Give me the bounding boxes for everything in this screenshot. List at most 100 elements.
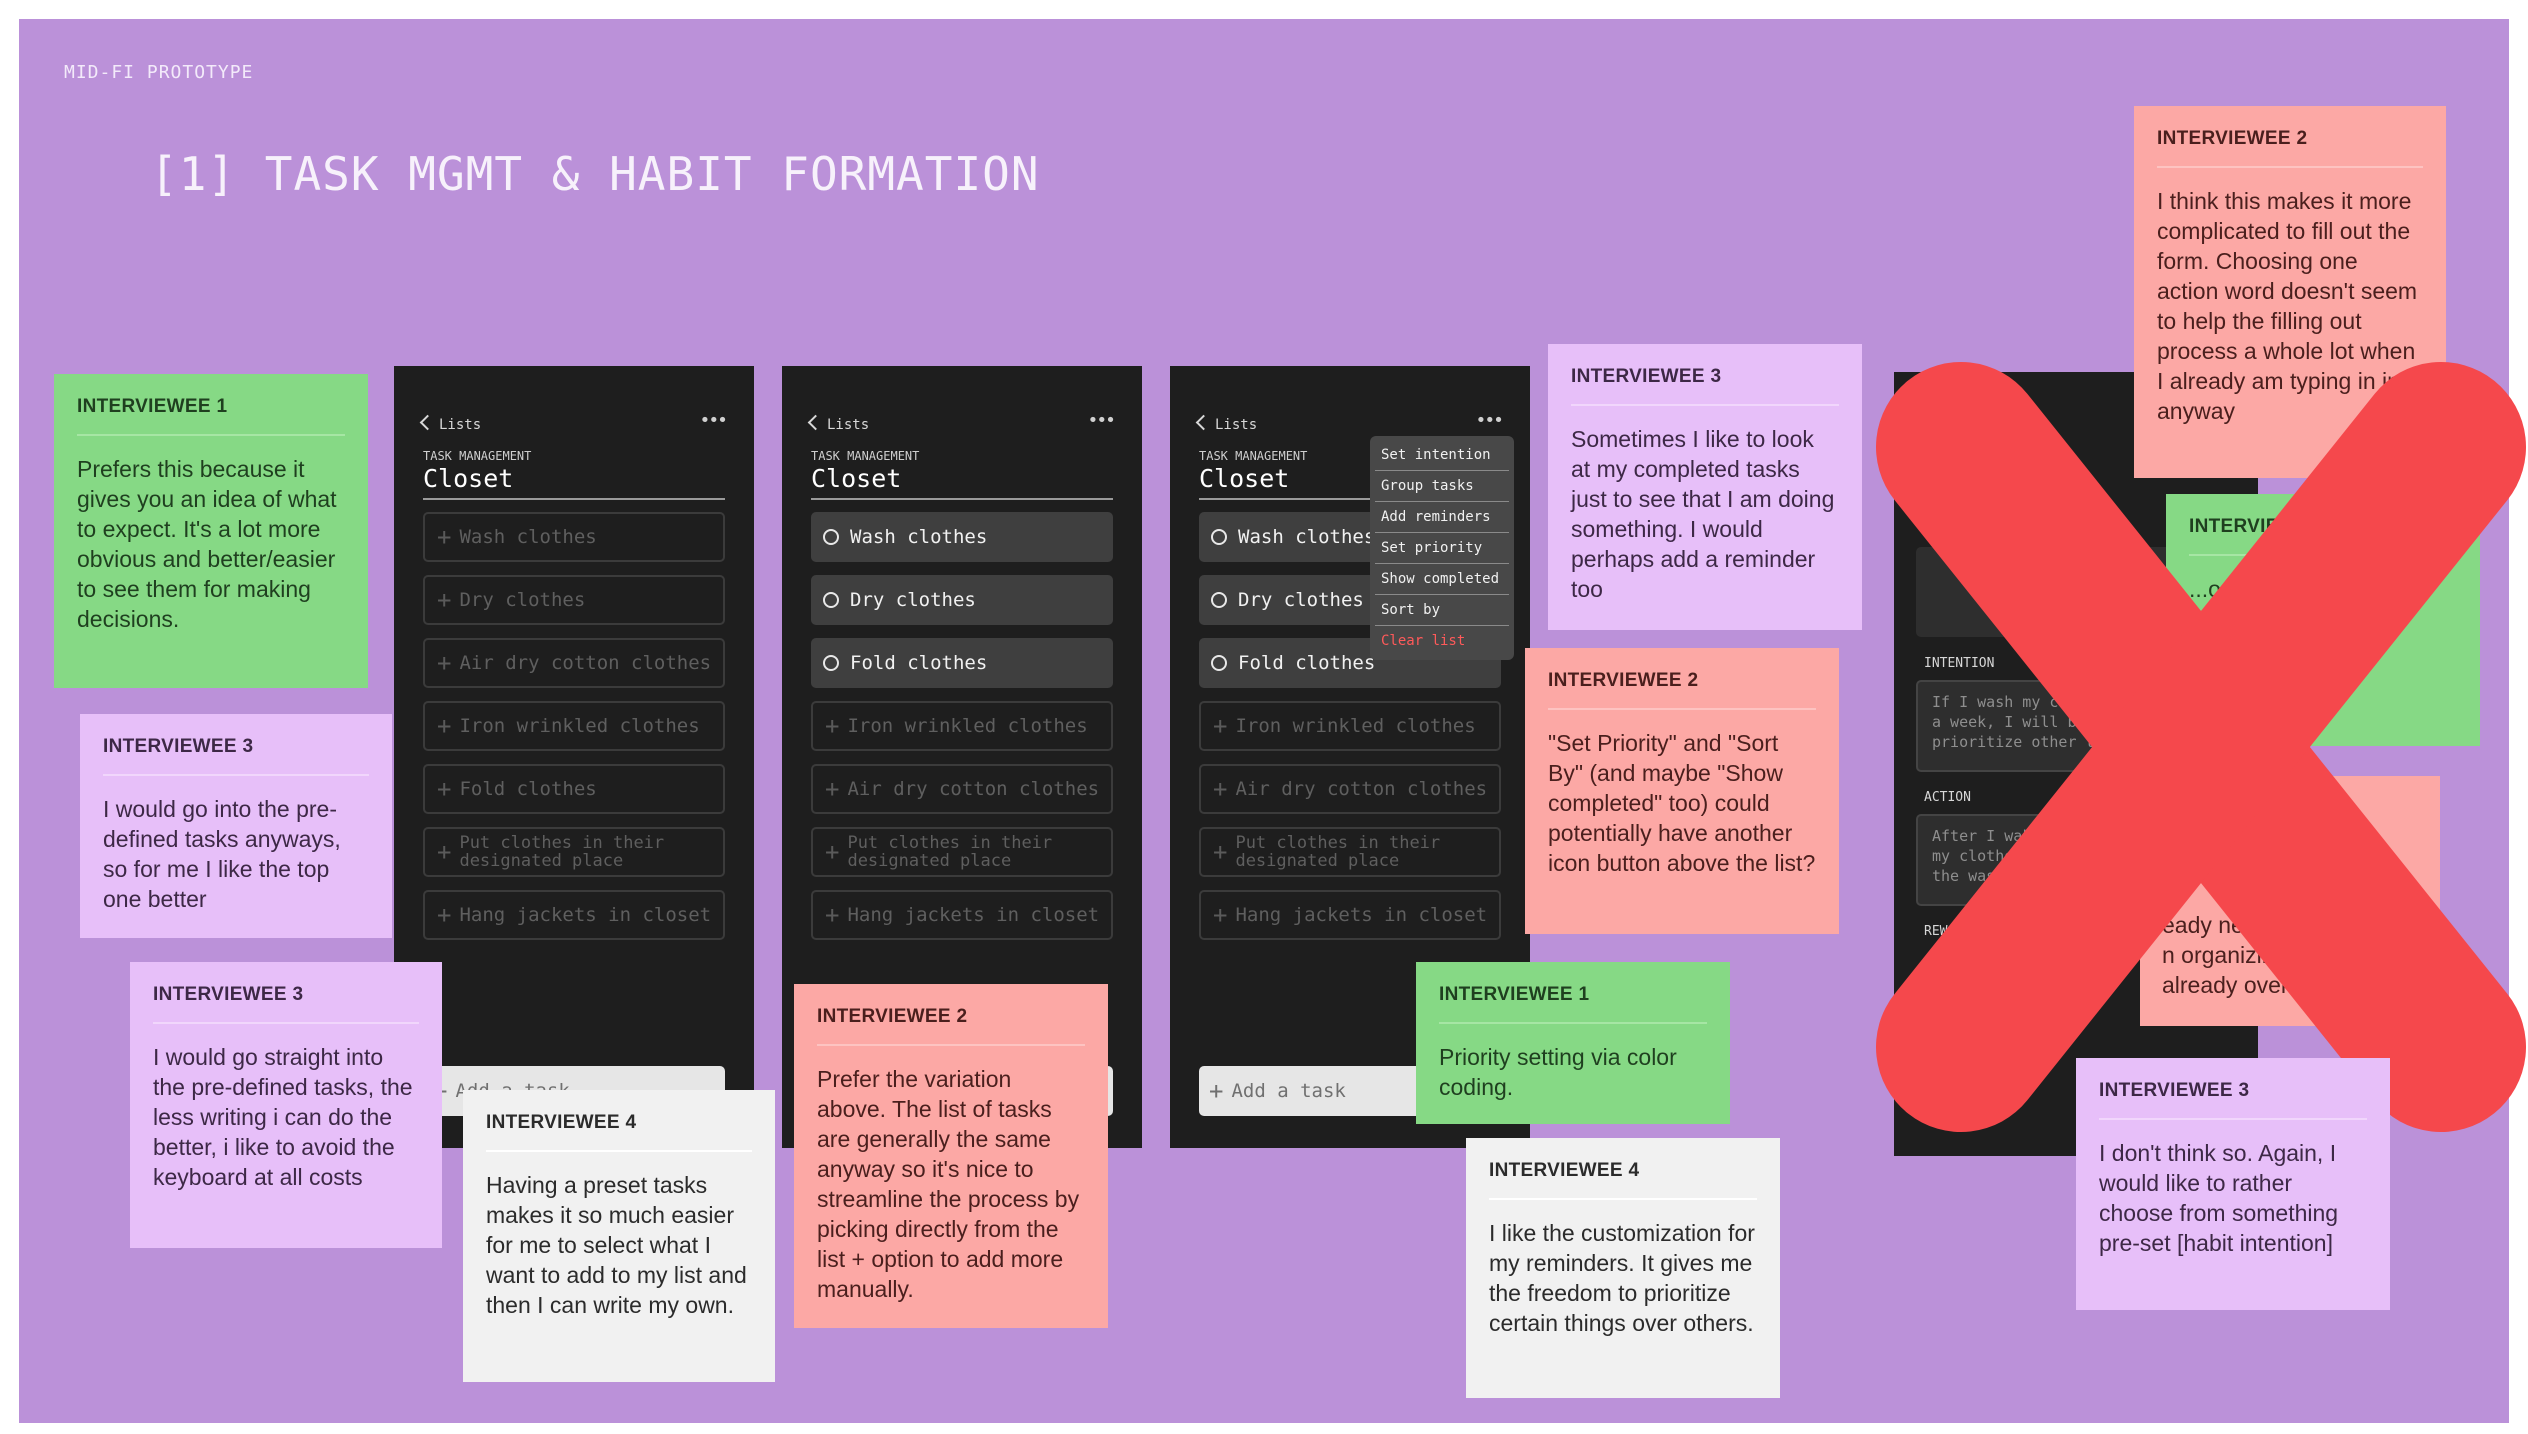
note-text: Priority setting via color coding. bbox=[1439, 1044, 1677, 1100]
suggested-task[interactable]: + Hang jackets in closet bbox=[811, 890, 1113, 940]
menu-item-sort-by[interactable]: Sort by bbox=[1375, 595, 1509, 626]
note-author: INTERVIEWEE 3 bbox=[153, 984, 304, 1005]
feedback-note: INTERVIEWEE 4 Having a preset tasks make… bbox=[463, 1090, 775, 1382]
note-text: I would go into the pre-defined tasks an… bbox=[103, 796, 341, 912]
suggested-task[interactable]: + Put clothes in their designated place bbox=[423, 827, 725, 877]
task-item[interactable]: Dry clothes bbox=[811, 575, 1113, 625]
feedback-note: INTERVIEWEE 1 Priority setting via color… bbox=[1416, 962, 1730, 1124]
checkbox-circle-icon[interactable] bbox=[823, 655, 839, 671]
feedback-note: INTERVIEWEE 2 "Set Priority" and "Sort B… bbox=[1525, 648, 1839, 934]
back-button[interactable]: Lists bbox=[1195, 414, 1257, 433]
list-title: Closet bbox=[811, 464, 902, 493]
checkbox-circle-icon[interactable] bbox=[823, 592, 839, 608]
plus-icon: + bbox=[1209, 1077, 1224, 1105]
suggested-task[interactable]: + Fold clothes bbox=[423, 764, 725, 814]
suggested-task[interactable]: + Air dry cotton clothes bbox=[423, 638, 725, 688]
menu-item-add-reminders[interactable]: Add reminders bbox=[1375, 502, 1509, 533]
feedback-note: INTERVIEWEE 4 I like the customization f… bbox=[1466, 1138, 1780, 1398]
note-author: INTERVIEWEE 3 bbox=[103, 736, 254, 757]
feedback-note: INTERVIEWEE 3 I would go into the pre-de… bbox=[80, 714, 392, 938]
note-author: INTERVIEWEE 2 bbox=[817, 1006, 968, 1027]
suggested-task[interactable]: + Iron wrinkled clothes bbox=[1199, 701, 1501, 751]
checkbox-circle-icon[interactable] bbox=[1211, 655, 1227, 671]
menu-item-set-priority[interactable]: Set priority bbox=[1375, 533, 1509, 564]
plus-icon: + bbox=[825, 901, 840, 929]
plus-icon: + bbox=[825, 838, 840, 866]
plus-icon: + bbox=[825, 712, 840, 740]
more-options-icon[interactable]: ••• bbox=[1087, 410, 1115, 431]
suggested-task[interactable]: + Air dry cotton clothes bbox=[811, 764, 1113, 814]
section-kicker: TASK MANAGEMENT bbox=[1199, 449, 1308, 463]
note-author: INTERVIEWEE 4 bbox=[1489, 1160, 1640, 1181]
note-text: Having a preset tasks makes it so much e… bbox=[486, 1172, 747, 1318]
note-author: INTERVIEWEE 2 bbox=[1548, 670, 1699, 691]
checkbox-circle-icon[interactable] bbox=[1211, 529, 1227, 545]
list-options-menu: Set intention Group tasks Add reminders … bbox=[1370, 436, 1514, 660]
note-author: INTERVIEWEE 2 bbox=[2157, 128, 2308, 149]
feedback-note: INTERVIEWEE 3 I would go straight into t… bbox=[130, 962, 442, 1248]
suggested-task[interactable]: + Put clothes in their designated place bbox=[1199, 827, 1501, 877]
suggested-task[interactable]: + Hang jackets in closet bbox=[423, 890, 725, 940]
divider bbox=[811, 498, 1113, 500]
plus-icon: + bbox=[1213, 775, 1228, 803]
note-text: "Set Priority" and "Sort By" (and maybe … bbox=[1548, 730, 1816, 876]
suggested-task[interactable]: + Wash clothes bbox=[423, 512, 725, 562]
suggested-task[interactable]: + Iron wrinkled clothes bbox=[423, 701, 725, 751]
chevron-left-icon bbox=[419, 414, 436, 431]
plus-icon: + bbox=[437, 649, 452, 677]
note-text: Sometimes I like to look at my completed… bbox=[1571, 426, 1835, 602]
note-text: I like the customization for my reminder… bbox=[1489, 1220, 1755, 1336]
note-author: INTERVIEWEE 3 bbox=[2099, 1080, 2250, 1101]
suggested-task[interactable]: + Iron wrinkled clothes bbox=[811, 701, 1113, 751]
section-kicker: TASK MANAGEMENT bbox=[811, 449, 920, 463]
plus-icon: + bbox=[437, 523, 452, 551]
suggested-task[interactable]: + Dry clothes bbox=[423, 575, 725, 625]
more-options-icon[interactable]: ••• bbox=[699, 410, 727, 431]
menu-item-show-completed[interactable]: Show completed bbox=[1375, 564, 1509, 595]
suggested-task[interactable]: + Put clothes in their designated place bbox=[811, 827, 1113, 877]
menu-item-clear-list[interactable]: Clear list bbox=[1375, 626, 1509, 656]
note-text: I don't think so. Again, I would like to… bbox=[2099, 1140, 2339, 1256]
note-text: Prefer the variation above. The list of … bbox=[817, 1066, 1080, 1302]
suggested-task[interactable]: + Air dry cotton clothes bbox=[1199, 764, 1501, 814]
chevron-left-icon bbox=[1195, 414, 1212, 431]
menu-item-set-intention[interactable]: Set intention bbox=[1375, 440, 1509, 471]
section-kicker: TASK MANAGEMENT bbox=[423, 449, 532, 463]
plus-icon: + bbox=[437, 838, 452, 866]
rejected-x-icon bbox=[1876, 362, 2526, 1132]
back-button[interactable]: Lists bbox=[807, 414, 869, 433]
note-text: I would go straight into the pre-defined… bbox=[153, 1044, 413, 1190]
board-kicker: MID-FI PROTOTYPE bbox=[64, 62, 254, 83]
checkbox-circle-icon[interactable] bbox=[1211, 592, 1227, 608]
phone-screen-1: Lists ••• TASK MANAGEMENT Closet + Wash c… bbox=[394, 366, 754, 1148]
task-item[interactable]: Wash clothes bbox=[811, 512, 1113, 562]
note-author: INTERVIEWEE 3 bbox=[1571, 366, 1722, 387]
plus-icon: + bbox=[1213, 712, 1228, 740]
feedback-note: INTERVIEWEE 3 Sometimes I like to look a… bbox=[1548, 344, 1862, 630]
plus-icon: + bbox=[437, 586, 452, 614]
more-options-icon[interactable]: ••• bbox=[1475, 410, 1503, 431]
checkbox-circle-icon[interactable] bbox=[823, 529, 839, 545]
plus-icon: + bbox=[825, 775, 840, 803]
feedback-note: INTERVIEWEE 2 Prefer the variation above… bbox=[794, 984, 1108, 1328]
feedback-note: INTERVIEWEE 1 Prefers this because it gi… bbox=[54, 374, 368, 688]
menu-item-group-tasks[interactable]: Group tasks bbox=[1375, 471, 1509, 502]
divider bbox=[423, 498, 725, 500]
task-item[interactable]: Fold clothes bbox=[811, 638, 1113, 688]
feedback-note: INTERVIEWEE 3 I don't think so. Again, I… bbox=[2076, 1058, 2390, 1310]
note-author: INTERVIEWEE 4 bbox=[486, 1112, 637, 1133]
list-title: Closet bbox=[423, 464, 514, 493]
chevron-left-icon bbox=[807, 414, 824, 431]
note-text: Prefers this because it gives you an ide… bbox=[77, 456, 337, 632]
plus-icon: + bbox=[1213, 838, 1228, 866]
plus-icon: + bbox=[1213, 901, 1228, 929]
plus-icon: + bbox=[437, 775, 452, 803]
back-button[interactable]: Lists bbox=[419, 414, 481, 433]
note-author: INTERVIEWEE 1 bbox=[1439, 984, 1590, 1005]
note-author: INTERVIEWEE 1 bbox=[77, 396, 228, 417]
list-title: Closet bbox=[1199, 464, 1290, 493]
plus-icon: + bbox=[437, 901, 452, 929]
board-title: [1] TASK MGMT & HABIT FORMATION bbox=[150, 147, 1040, 201]
plus-icon: + bbox=[437, 712, 452, 740]
suggested-task[interactable]: + Hang jackets in closet bbox=[1199, 890, 1501, 940]
